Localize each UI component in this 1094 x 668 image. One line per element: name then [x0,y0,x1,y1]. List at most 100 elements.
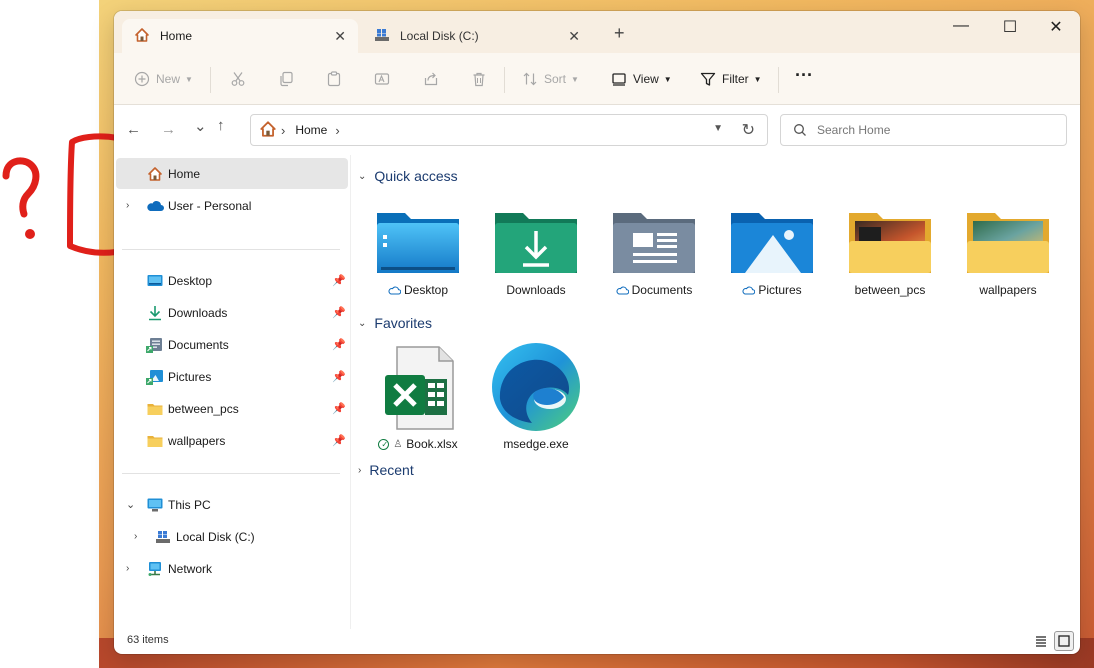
sidebar-item-local-disk[interactable]: › Local Disk (C:) [116,521,348,552]
quick-access-between-pcs[interactable]: between_pcs [836,197,944,307]
filter-button[interactable]: Filter ▼ [700,67,762,91]
sidebar-divider [122,249,340,250]
sidebar-item-network[interactable]: › Network [116,553,348,584]
tab-home-label: Home [160,29,193,43]
favorites-label: Favorites [374,315,432,331]
sidebar-item-downloads[interactable]: Downloads 📌 [116,297,348,328]
command-bar: New ▼ Sort ▼ View ▼ Filter ▼ ··· [114,53,1080,105]
pictures-icon [146,369,164,385]
tab-local-disk[interactable]: Local Disk (C:) ✕ [362,19,592,53]
sidebar-item-label: wallpapers [168,433,226,448]
quick-access-documents[interactable]: Documents [600,197,708,307]
details-view-button[interactable] [1031,631,1051,651]
cloud-sync-icon [742,286,756,294]
sidebar-item-between-pcs[interactable]: between_pcs 📌 [116,393,348,424]
new-button[interactable]: New ▼ [134,67,193,91]
home-icon [259,120,277,141]
tile-label: between_pcs [854,283,926,297]
address-history-dropdown[interactable]: ▼ [713,123,723,134]
tab-home[interactable]: Home ✕ [122,19,358,53]
chevron-right-icon[interactable]: › [126,563,129,574]
maximize-button[interactable]: ☐ [995,17,1025,37]
network-icon [146,561,164,577]
forward-button[interactable]: → [161,121,176,138]
recent-header[interactable]: › Recent [358,462,414,478]
tab-close-icon[interactable]: ✕ [568,28,580,45]
quick-access-downloads[interactable]: Downloads [482,197,590,307]
sidebar-item-home[interactable]: Home [116,158,348,189]
chevron-down-icon: ▼ [185,74,193,84]
sort-button[interactable]: Sort ▼ [522,67,579,91]
sidebar-item-desktop[interactable]: Desktop 📌 [116,265,348,296]
desktop-icon [146,273,164,289]
chevron-right-icon[interactable]: › [126,200,129,211]
toolbar-divider [504,67,505,93]
onedrive-cloud-icon [146,198,164,214]
item-count: 63 items [127,634,169,646]
search-input[interactable] [817,123,1047,137]
tile-caption: ✓ ♙ Book.xlsx [378,437,458,451]
delete-button[interactable] [471,67,487,91]
trash-icon [473,72,485,87]
tile-caption: wallpapers [979,283,1036,297]
favorite-book-xlsx[interactable]: ✓ ♙ Book.xlsx [364,339,472,455]
tiles-view-button[interactable] [1054,631,1074,651]
folder-icon [146,433,164,449]
sidebar-item-onedrive[interactable]: › User - Personal [116,190,348,221]
refresh-button[interactable]: ↻ [742,120,755,140]
quick-access-desktop[interactable]: Desktop [364,197,472,307]
recent-locations-button[interactable]: ⌄ [194,117,207,135]
more-options-button[interactable]: ··· [795,63,813,87]
breadcrumb-home[interactable]: Home [295,123,327,137]
list-view-icon [1036,636,1046,647]
chevron-down-icon: ⌄ [358,317,367,329]
new-tab-button[interactable]: + [614,23,625,44]
favorite-msedge-exe[interactable]: msedge.exe [482,339,590,455]
breadcrumb-chevron-icon[interactable]: › [335,123,339,138]
sidebar-item-wallpapers[interactable]: wallpapers 📌 [116,425,348,456]
search-box[interactable] [780,114,1067,146]
back-button[interactable]: ← [126,121,141,138]
minimize-button[interactable]: — [946,17,976,35]
chevron-right-icon: › [358,464,362,476]
tile-label: Desktop [403,283,449,297]
chevron-down-icon[interactable]: ⌄ [126,498,135,511]
copy-button[interactable] [278,67,294,91]
tile-caption: msedge.exe [503,437,568,451]
file-explorer-window: Home ✕ Local Disk (C:) ✕ + — ☐ ✕ New ▼ S… [114,11,1080,654]
chevron-right-icon[interactable]: › [134,531,137,542]
quick-access-pictures[interactable]: Pictures [718,197,826,307]
quick-access-wallpapers[interactable]: wallpapers [954,197,1062,307]
pin-icon: 📌 [332,339,346,351]
desktop-folder-icon [377,213,459,273]
chevron-down-icon: ▼ [663,74,672,84]
rename-button[interactable] [374,67,390,91]
sidebar-item-pictures[interactable]: Pictures 📌 [116,361,348,392]
favorites-header[interactable]: ⌄ Favorites [358,315,432,331]
share-button[interactable] [423,67,439,91]
cloud-sync-icon [388,286,401,294]
downloads-folder-icon [495,213,577,273]
view-button[interactable]: View ▼ [611,67,672,91]
new-icon [134,71,150,87]
sidebar-item-this-pc[interactable]: ⌄ This PC [116,489,348,520]
folder-icon [849,213,931,273]
address-bar[interactable]: › Home › ▼ ↻ [250,114,768,146]
up-button[interactable]: ↑ [217,117,225,134]
tab-local-disk-label: Local Disk (C:) [400,29,479,43]
quick-access-header[interactable]: ⌄ Quick access [358,168,458,184]
paste-button[interactable] [326,67,342,91]
sidebar-item-documents[interactable]: Documents 📌 [116,329,348,360]
quick-access-label: Quick access [374,168,458,184]
sidebar-item-label: Desktop [168,273,213,288]
pane-splitter[interactable] [350,155,351,629]
tile-caption: Documents [616,283,692,297]
sidebar-item-label: Pictures [168,369,212,384]
drive-icon [374,27,390,46]
tab-close-icon[interactable]: ✕ [334,28,346,45]
share-icon [424,72,438,86]
tile-caption: Downloads [506,283,565,297]
close-button[interactable]: ✕ [1041,17,1071,37]
annotation-question-mark [2,133,120,256]
cut-button[interactable] [230,67,246,91]
